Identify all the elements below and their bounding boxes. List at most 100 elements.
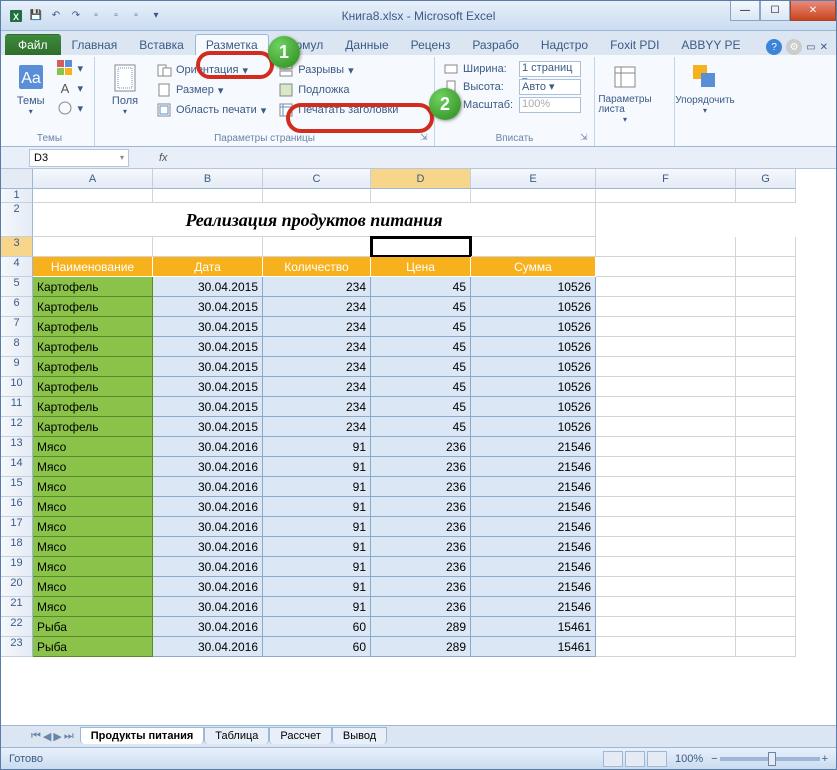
spreadsheet-grid[interactable]: ABCDEFG12Реализация продуктов питания34Н… — [1, 169, 836, 657]
row-header[interactable]: 9 — [1, 357, 33, 377]
table-cell[interactable]: 236 — [371, 437, 471, 457]
table-cell[interactable]: 234 — [263, 297, 371, 317]
table-cell[interactable]: 45 — [371, 297, 471, 317]
table-cell-name[interactable]: Мясо — [33, 517, 153, 537]
row-header[interactable]: 1 — [1, 189, 33, 203]
cell[interactable] — [471, 189, 596, 203]
sheet-tab-active[interactable]: Продукты питания — [80, 727, 205, 744]
row-header[interactable]: 15 — [1, 477, 33, 497]
cell[interactable] — [471, 237, 596, 257]
table-header[interactable]: Цена — [371, 257, 471, 277]
sheet-tab[interactable]: Рассчет — [269, 727, 332, 744]
cell[interactable] — [736, 203, 796, 237]
table-cell[interactable]: 30.04.2016 — [153, 457, 263, 477]
table-cell[interactable]: 15461 — [471, 637, 596, 657]
cell[interactable] — [596, 189, 736, 203]
zoom-out-button[interactable]: − — [711, 753, 717, 765]
sheet-tab[interactable]: Вывод — [332, 727, 387, 744]
table-cell[interactable]: 234 — [263, 277, 371, 297]
row-header[interactable]: 14 — [1, 457, 33, 477]
table-cell-name[interactable]: Картофель — [33, 317, 153, 337]
table-cell-name[interactable]: Мясо — [33, 497, 153, 517]
sheet-tab[interactable]: Таблица — [204, 727, 269, 744]
table-cell[interactable]: 234 — [263, 397, 371, 417]
scale-input[interactable]: 100% — [519, 97, 581, 113]
cell[interactable] — [153, 189, 263, 203]
table-cell-name[interactable]: Картофель — [33, 417, 153, 437]
cell[interactable] — [596, 537, 736, 557]
table-cell[interactable]: 21546 — [471, 557, 596, 577]
table-cell[interactable]: 234 — [263, 337, 371, 357]
table-cell[interactable]: 45 — [371, 277, 471, 297]
cell[interactable] — [736, 597, 796, 617]
table-cell[interactable]: 21546 — [471, 537, 596, 557]
table-cell[interactable]: 21546 — [471, 577, 596, 597]
tab-foxit pdi[interactable]: Foxit PDI — [599, 34, 670, 55]
table-cell-name[interactable]: Картофель — [33, 377, 153, 397]
theme-fonts-button[interactable]: A▾ — [54, 79, 86, 97]
row-header[interactable]: 5 — [1, 277, 33, 297]
table-cell-name[interactable]: Картофель — [33, 397, 153, 417]
table-cell-name[interactable]: Картофель — [33, 277, 153, 297]
table-cell[interactable]: 91 — [263, 457, 371, 477]
cell[interactable] — [263, 237, 371, 257]
maximize-button[interactable]: ☐ — [760, 1, 790, 21]
table-cell-name[interactable]: Мясо — [33, 457, 153, 477]
zoom-in-button[interactable]: + — [822, 753, 828, 765]
tab-разрабо[interactable]: Разрабо — [461, 34, 530, 55]
table-cell-name[interactable]: Мясо — [33, 537, 153, 557]
row-header[interactable]: 6 — [1, 297, 33, 317]
cell[interactable] — [596, 477, 736, 497]
table-cell[interactable]: 30.04.2015 — [153, 337, 263, 357]
table-cell[interactable]: 236 — [371, 517, 471, 537]
table-cell[interactable]: 45 — [371, 417, 471, 437]
table-cell[interactable]: 21546 — [471, 497, 596, 517]
table-cell[interactable]: 30.04.2016 — [153, 617, 263, 637]
table-cell-name[interactable]: Мясо — [33, 557, 153, 577]
table-cell[interactable]: 236 — [371, 457, 471, 477]
table-cell[interactable]: 21546 — [471, 437, 596, 457]
table-cell[interactable]: 30.04.2015 — [153, 397, 263, 417]
table-cell[interactable]: 30.04.2016 — [153, 497, 263, 517]
background-button[interactable]: Подложка — [275, 81, 401, 99]
table-cell-name[interactable]: Картофель — [33, 337, 153, 357]
zoom-value[interactable]: 100% — [675, 753, 703, 765]
cell[interactable] — [736, 457, 796, 477]
size-button[interactable]: Размер ▾ — [153, 81, 269, 99]
table-cell[interactable]: 91 — [263, 477, 371, 497]
table-cell[interactable]: 10526 — [471, 277, 596, 297]
cell[interactable] — [596, 397, 736, 417]
qat-undo-icon[interactable]: ↶ — [47, 7, 65, 25]
table-cell[interactable]: 60 — [263, 617, 371, 637]
orientation-button[interactable]: Ориентация ▾ — [153, 61, 269, 79]
cell[interactable] — [33, 237, 153, 257]
cell[interactable] — [596, 337, 736, 357]
print-titles-button[interactable]: Печатать заголовки — [275, 101, 401, 119]
table-header[interactable]: Сумма — [471, 257, 596, 277]
row-header[interactable]: 17 — [1, 517, 33, 537]
tab-abbyy pe[interactable]: ABBYY PE — [670, 34, 751, 55]
col-header[interactable]: E — [471, 169, 596, 189]
table-cell[interactable]: 91 — [263, 517, 371, 537]
cell[interactable] — [596, 297, 736, 317]
fx-icon[interactable]: fx — [159, 152, 168, 164]
table-cell-name[interactable]: Картофель — [33, 357, 153, 377]
arrange-button[interactable]: Упорядочить▾ — [683, 59, 727, 115]
cell[interactable] — [736, 357, 796, 377]
table-cell[interactable]: 10526 — [471, 357, 596, 377]
excel-icon[interactable]: X — [7, 7, 25, 25]
tab-file[interactable]: Файл — [5, 34, 61, 55]
view-break-button[interactable] — [647, 751, 667, 767]
row-header[interactable]: 2 — [1, 203, 33, 237]
cell[interactable] — [596, 577, 736, 597]
table-cell[interactable]: 30.04.2016 — [153, 517, 263, 537]
col-header[interactable]: B — [153, 169, 263, 189]
formula-input[interactable] — [174, 150, 836, 165]
cell[interactable] — [736, 317, 796, 337]
qat-btn[interactable]: ▫ — [127, 7, 145, 25]
table-cell[interactable]: 30.04.2015 — [153, 377, 263, 397]
cell[interactable] — [596, 557, 736, 577]
cell[interactable] — [596, 203, 736, 237]
cell[interactable] — [596, 317, 736, 337]
sheet-nav-next-icon[interactable]: ▶ — [53, 730, 61, 743]
